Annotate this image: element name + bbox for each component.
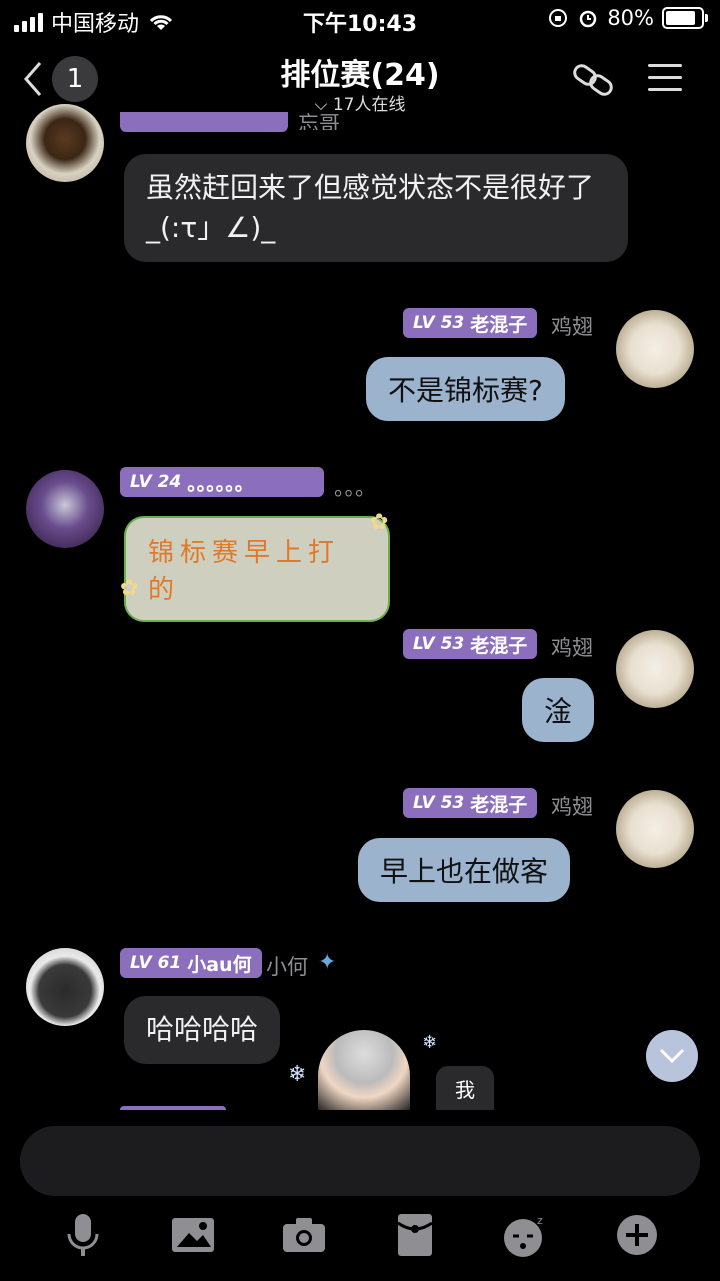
sender-nickname: 鸡翅	[551, 315, 593, 339]
sticker-bubble[interactable]: 我	[436, 1066, 494, 1110]
snowflake-icon: ❄	[288, 1062, 307, 1087]
battery-icon	[662, 7, 708, 29]
level-label: LV 24	[130, 472, 182, 492]
group-link-button[interactable]	[570, 58, 620, 106]
menu-button[interactable]	[648, 64, 682, 100]
sender-nickname: 鸡翅	[551, 795, 593, 819]
camera-button[interactable]	[279, 1210, 329, 1260]
avatar[interactable]	[26, 104, 104, 182]
chevron-down-icon	[659, 1048, 685, 1064]
sleepy-face-icon: z	[504, 1214, 543, 1257]
tag-title: 老混子	[470, 313, 528, 336]
avatar[interactable]	[26, 948, 104, 1026]
message-bubble[interactable]: 淦	[522, 678, 595, 742]
message-bubble[interactable]: 不是锦标赛?	[366, 357, 565, 421]
level-label: LV 53	[413, 313, 465, 333]
flower-icon: ✿	[120, 576, 139, 601]
sender-nickname: 忘哥	[298, 112, 340, 130]
avatar[interactable]	[616, 310, 694, 388]
flower-icon: ✿	[370, 510, 389, 535]
partial-tag	[120, 112, 288, 132]
status-bar: 中国移动 下午10:43 80%	[0, 0, 720, 40]
message-bubble[interactable]: 早上也在做客	[358, 838, 571, 902]
plus-circle-icon	[617, 1215, 657, 1255]
more-button[interactable]	[612, 1210, 662, 1260]
tag-title: 小au何	[187, 953, 252, 976]
red-packet-button[interactable]	[390, 1210, 440, 1260]
avatar[interactable]	[616, 790, 694, 868]
tag-title: 老混子	[470, 793, 528, 816]
sticker-avatar[interactable]	[318, 1030, 410, 1110]
battery-label: 80%	[607, 6, 654, 30]
camera-icon	[283, 1218, 325, 1252]
red-packet-icon	[397, 1214, 433, 1256]
snowflake-icon: ❄	[422, 1032, 438, 1053]
badge-icon: ✦	[318, 950, 337, 975]
message-bubble[interactable]: 锦标赛早上打的	[124, 516, 390, 622]
image-icon	[172, 1218, 214, 1252]
sender-nickname: 小何	[266, 955, 308, 979]
tag-title: 。。。。。。	[187, 472, 254, 495]
svg-text:z: z	[537, 1214, 543, 1227]
link-icon	[573, 64, 613, 96]
level-label: LV 61	[130, 953, 182, 973]
scroll-to-bottom-button[interactable]	[646, 1030, 698, 1082]
sender-nickname: 鸡翅	[551, 636, 593, 660]
online-count-label: 17人在线	[332, 95, 406, 115]
message-bubble[interactable]: 哈哈哈哈	[124, 996, 281, 1064]
input-toolbar: z	[0, 1210, 720, 1270]
microphone-icon	[67, 1214, 99, 1256]
message-bubble[interactable]: 虽然赶回来了但感觉状态不是很好了_(:τ」∠)_	[124, 154, 628, 262]
level-label: LV 53	[413, 793, 465, 813]
lock-rotation-icon	[549, 9, 568, 27]
message-input[interactable]	[20, 1126, 700, 1196]
sender-nickname: 。。。	[334, 476, 376, 500]
image-button[interactable]	[168, 1210, 218, 1260]
level-tag: LV 53 老混子	[403, 788, 538, 818]
level-tag: LV 53 老混子	[403, 629, 538, 659]
voice-button[interactable]	[58, 1210, 108, 1260]
partial-tag	[120, 1106, 226, 1110]
level-label: LV 53	[413, 634, 465, 654]
tag-title: 老混子	[470, 634, 528, 657]
sticker-text: 我	[455, 1077, 475, 1102]
avatar[interactable]	[616, 630, 694, 708]
alarm-icon	[580, 10, 597, 28]
level-tag: LV 24。。。。。。	[120, 467, 324, 497]
level-tag: LV 53 老混子	[403, 308, 538, 338]
status-right: 80%	[547, 6, 708, 30]
poke-button[interactable]: z	[501, 1210, 551, 1260]
level-tag: LV 61 小au何	[120, 948, 262, 978]
avatar[interactable]	[26, 470, 104, 548]
